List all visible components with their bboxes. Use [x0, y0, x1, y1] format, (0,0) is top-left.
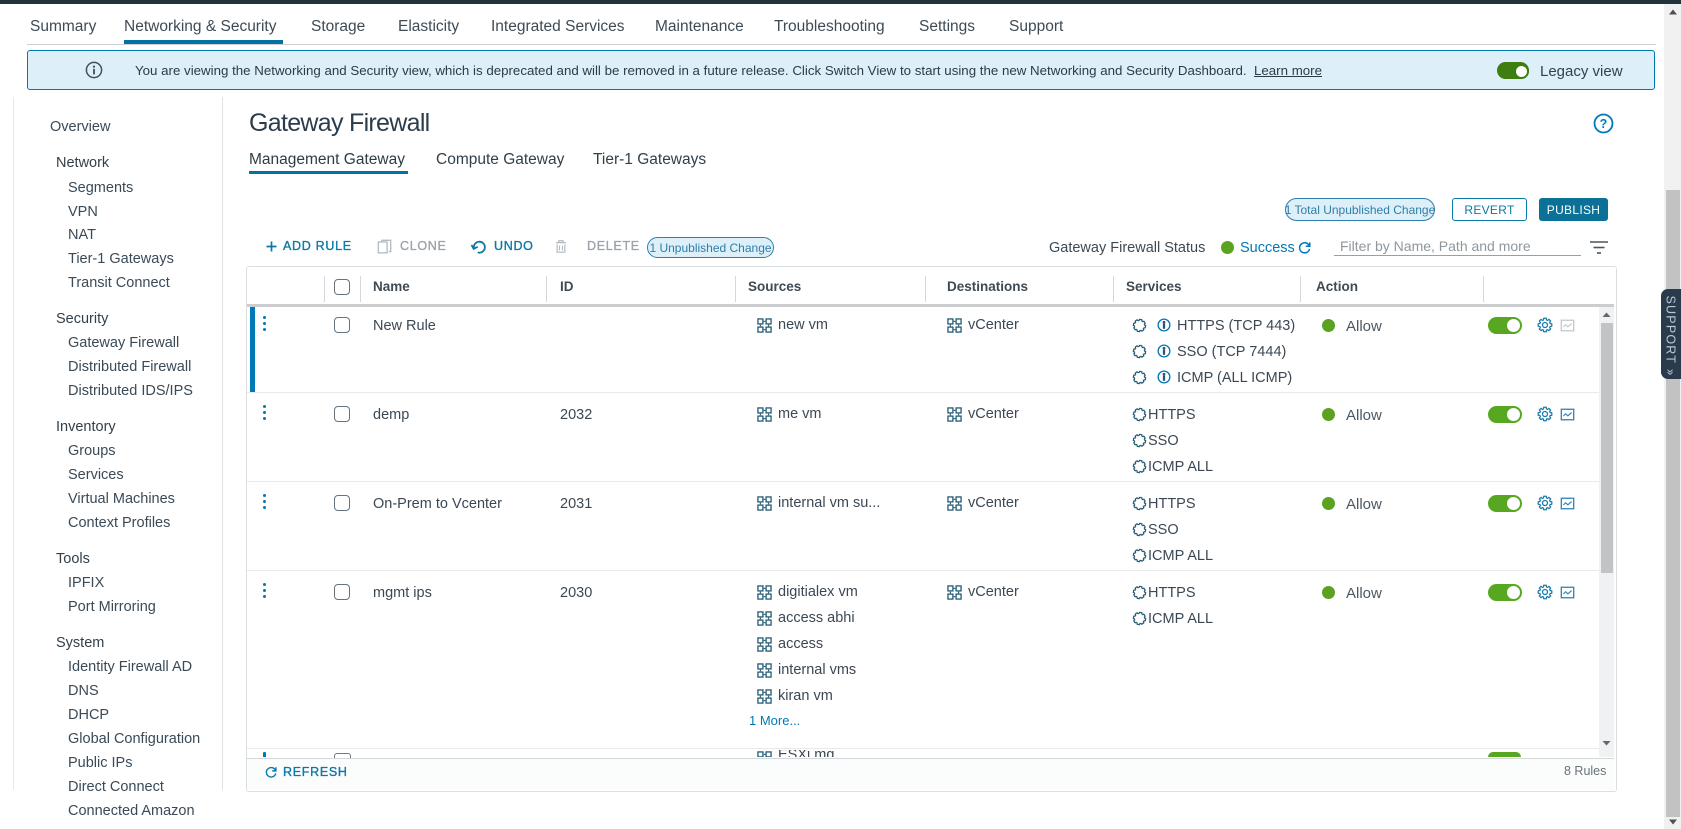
svg-text:?: ? — [1600, 117, 1608, 131]
